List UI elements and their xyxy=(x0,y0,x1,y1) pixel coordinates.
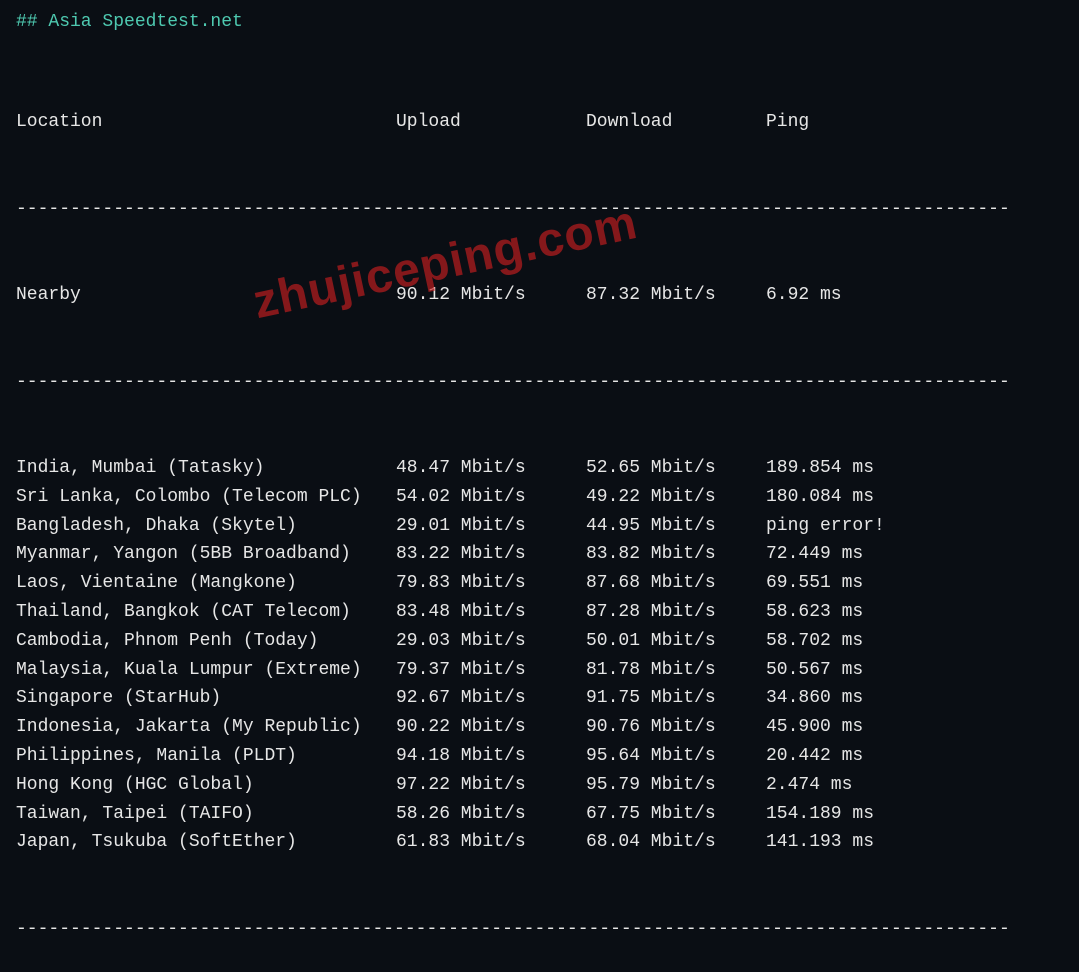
cell-download: 50.01 Mbit/s xyxy=(586,627,766,656)
cell-ping: 2.474 ms xyxy=(766,771,1063,800)
cell-download: 81.78 Mbit/s xyxy=(586,656,766,685)
cell-location: Sri Lanka, Colombo (Telecom PLC) xyxy=(16,483,396,512)
cell-download: 49.22 Mbit/s xyxy=(586,483,766,512)
table-row: Taiwan, Taipei (TAIFO)58.26 Mbit/s67.75 … xyxy=(16,800,1063,829)
nearby-download: 87.32 Mbit/s xyxy=(586,281,766,310)
cell-download: 91.75 Mbit/s xyxy=(586,684,766,713)
cell-ping: 69.551 ms xyxy=(766,569,1063,598)
table-row: Laos, Vientaine (Mangkone)79.83 Mbit/s87… xyxy=(16,569,1063,598)
section-title: ## Asia Speedtest.net xyxy=(16,8,1063,37)
header-ping: Ping xyxy=(766,108,1063,137)
cell-upload: 29.03 Mbit/s xyxy=(396,627,586,656)
header-location: Location xyxy=(16,108,396,137)
cell-upload: 79.37 Mbit/s xyxy=(396,656,586,685)
cell-location: Taiwan, Taipei (TAIFO) xyxy=(16,800,396,829)
cell-upload: 79.83 Mbit/s xyxy=(396,569,586,598)
nearby-row: Nearby 90.12 Mbit/s 87.32 Mbit/s 6.92 ms xyxy=(16,281,1063,310)
cell-upload: 58.26 Mbit/s xyxy=(396,800,586,829)
cell-upload: 83.22 Mbit/s xyxy=(396,540,586,569)
cell-download: 87.28 Mbit/s xyxy=(586,598,766,627)
table-row: India, Mumbai (Tatasky)48.47 Mbit/s52.65… xyxy=(16,454,1063,483)
cell-upload: 90.22 Mbit/s xyxy=(396,713,586,742)
nearby-upload: 90.12 Mbit/s xyxy=(396,281,586,310)
table-row: Cambodia, Phnom Penh (Today)29.03 Mbit/s… xyxy=(16,627,1063,656)
cell-ping: 189.854 ms xyxy=(766,454,1063,483)
table-row: Philippines, Manila (PLDT)94.18 Mbit/s95… xyxy=(16,742,1063,771)
cell-location: Cambodia, Phnom Penh (Today) xyxy=(16,627,396,656)
cell-download: 67.75 Mbit/s xyxy=(586,800,766,829)
cell-location: Myanmar, Yangon (5BB Broadband) xyxy=(16,540,396,569)
cell-download: 68.04 Mbit/s xyxy=(586,828,766,857)
cell-upload: 92.67 Mbit/s xyxy=(396,684,586,713)
cell-upload: 97.22 Mbit/s xyxy=(396,771,586,800)
cell-location: Philippines, Manila (PLDT) xyxy=(16,742,396,771)
table-row: Hong Kong (HGC Global)97.22 Mbit/s95.79 … xyxy=(16,771,1063,800)
cell-ping: 180.084 ms xyxy=(766,483,1063,512)
cell-download: 87.68 Mbit/s xyxy=(586,569,766,598)
cell-download: 95.64 Mbit/s xyxy=(586,742,766,771)
cell-ping: 141.193 ms xyxy=(766,828,1063,857)
cell-location: Indonesia, Jakarta (My Republic) xyxy=(16,713,396,742)
table-row: Indonesia, Jakarta (My Republic)90.22 Mb… xyxy=(16,713,1063,742)
table-header: Location Upload Download Ping xyxy=(16,108,1063,137)
table-row: Myanmar, Yangon (5BB Broadband)83.22 Mbi… xyxy=(16,540,1063,569)
cell-upload: 83.48 Mbit/s xyxy=(396,598,586,627)
cell-location: India, Mumbai (Tatasky) xyxy=(16,454,396,483)
cell-download: 90.76 Mbit/s xyxy=(586,713,766,742)
speedtest-table: Location Upload Download Ping ----------… xyxy=(16,51,1063,972)
table-row: Bangladesh, Dhaka (Skytel)29.01 Mbit/s44… xyxy=(16,512,1063,541)
cell-ping: 154.189 ms xyxy=(766,800,1063,829)
cell-upload: 54.02 Mbit/s xyxy=(396,483,586,512)
cell-location: Bangladesh, Dhaka (Skytel) xyxy=(16,512,396,541)
table-row: Japan, Tsukuba (SoftEther)61.83 Mbit/s68… xyxy=(16,828,1063,857)
cell-upload: 29.01 Mbit/s xyxy=(396,512,586,541)
cell-ping: ping error! xyxy=(766,512,1063,541)
cell-upload: 94.18 Mbit/s xyxy=(396,742,586,771)
cell-ping: 58.702 ms xyxy=(766,627,1063,656)
cell-ping: 72.449 ms xyxy=(766,540,1063,569)
cell-ping: 20.442 ms xyxy=(766,742,1063,771)
cell-download: 95.79 Mbit/s xyxy=(586,771,766,800)
cell-upload: 61.83 Mbit/s xyxy=(396,828,586,857)
cell-location: Thailand, Bangkok (CAT Telecom) xyxy=(16,598,396,627)
header-download: Download xyxy=(586,108,766,137)
cell-location: Japan, Tsukuba (SoftEther) xyxy=(16,828,396,857)
table-row: Malaysia, Kuala Lumpur (Extreme)79.37 Mb… xyxy=(16,656,1063,685)
table-row: Thailand, Bangkok (CAT Telecom)83.48 Mbi… xyxy=(16,598,1063,627)
separator-line: ----------------------------------------… xyxy=(16,368,1063,397)
table-row: Singapore (StarHub)92.67 Mbit/s91.75 Mbi… xyxy=(16,684,1063,713)
cell-location: Malaysia, Kuala Lumpur (Extreme) xyxy=(16,656,396,685)
cell-location: Singapore (StarHub) xyxy=(16,684,396,713)
nearby-location: Nearby xyxy=(16,281,396,310)
cell-download: 52.65 Mbit/s xyxy=(586,454,766,483)
cell-ping: 34.860 ms xyxy=(766,684,1063,713)
nearby-ping: 6.92 ms xyxy=(766,281,1063,310)
cell-ping: 50.567 ms xyxy=(766,656,1063,685)
cell-download: 44.95 Mbit/s xyxy=(586,512,766,541)
cell-upload: 48.47 Mbit/s xyxy=(396,454,586,483)
header-upload: Upload xyxy=(396,108,586,137)
cell-download: 83.82 Mbit/s xyxy=(586,540,766,569)
separator-line: ----------------------------------------… xyxy=(16,915,1063,944)
table-row: Sri Lanka, Colombo (Telecom PLC)54.02 Mb… xyxy=(16,483,1063,512)
separator-line: ----------------------------------------… xyxy=(16,195,1063,224)
cell-location: Hong Kong (HGC Global) xyxy=(16,771,396,800)
cell-location: Laos, Vientaine (Mangkone) xyxy=(16,569,396,598)
cell-ping: 58.623 ms xyxy=(766,598,1063,627)
cell-ping: 45.900 ms xyxy=(766,713,1063,742)
